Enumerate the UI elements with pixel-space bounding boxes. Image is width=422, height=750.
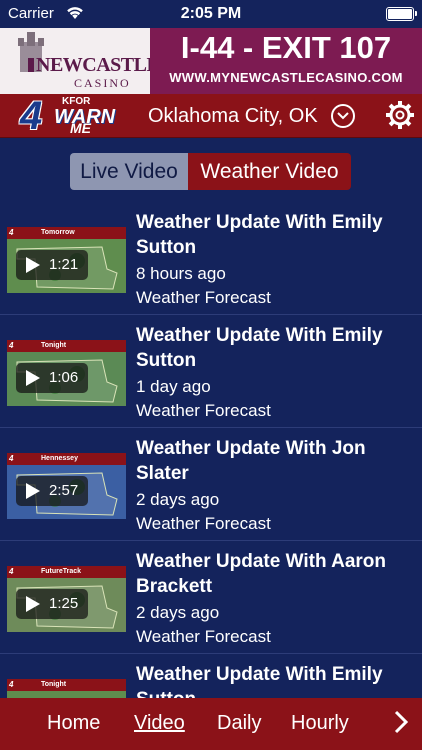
thumbnail-logo: 4 <box>9 454 14 463</box>
ad-url: WWW.MYNEWCASTLECASINO.COM <box>169 70 403 85</box>
video-row[interactable]: 4 Tonight 1:06 Weather Update With Emily… <box>0 315 422 428</box>
play-button[interactable]: 1:25 <box>16 589 88 619</box>
video-title[interactable]: Weather Update With Emily Sutton <box>136 323 416 373</box>
video-row[interactable]: 4 Hennessey 2:57 Weather Update With Jon… <box>0 428 422 541</box>
video-type-switch: Live Video Weather Video <box>70 153 351 190</box>
thumbnail-banner: 4 FutureTrack <box>7 566 126 578</box>
video-age: 2 days ago <box>136 490 220 509</box>
video-title[interactable]: Weather Update With Jon Slater <box>136 436 416 486</box>
ad-banner[interactable]: NEWCASTLE CASINO I-44 - EXIT 107 WWW.MYN… <box>0 28 422 94</box>
app-header: 4 KFOR WARN ME Oklahoma City, OK <box>0 94 422 138</box>
logo-me: ME <box>70 120 91 136</box>
tab-weather-video[interactable]: Weather Video <box>188 153 351 190</box>
video-age: 1 day ago <box>136 377 211 396</box>
video-title[interactable]: Weather Update With Emily Sutton <box>136 662 416 698</box>
thumbnail-label: Tomorrow <box>41 229 75 236</box>
video-duration: 1:21 <box>49 256 79 273</box>
thumbnail-logo: 4 <box>9 680 14 689</box>
thumbnail-logo: 4 <box>9 567 14 576</box>
video-row[interactable]: 4 Tonight Weather Update With Emily Sutt… <box>0 654 422 698</box>
thumbnail-label: Tonight <box>41 681 67 688</box>
thumbnail-banner: 4 Tonight <box>7 340 126 352</box>
video-thumbnail[interactable]: 4 Hennessey 2:57 <box>7 453 126 519</box>
video-age: 2 days ago <box>136 603 220 622</box>
video-category: Weather Forecast <box>136 514 271 533</box>
video-thumbnail[interactable]: 4 FutureTrack 1:25 <box>7 566 126 632</box>
video-category: Weather Forecast <box>136 401 271 420</box>
thumbnail-banner: 4 Tomorrow <box>7 227 126 239</box>
play-icon <box>26 596 40 612</box>
status-bar: Carrier 2:05 PM <box>0 0 422 28</box>
video-category: Weather Forecast <box>136 627 271 646</box>
bottom-nav: Home Video Daily Hourly <box>0 698 422 750</box>
nav-video[interactable]: Video <box>134 712 185 735</box>
nav-home[interactable]: Home <box>47 712 100 735</box>
video-list[interactable]: 4 Tomorrow 1:21 Weather Update With Emil… <box>0 202 422 698</box>
battery-icon <box>386 7 417 21</box>
play-icon <box>26 483 40 499</box>
location-label[interactable]: Oklahoma City, OK <box>148 105 318 128</box>
video-duration: 1:25 <box>49 595 79 612</box>
thumbnail-label: Hennessey <box>41 455 78 462</box>
ad-headline: I-44 - EXIT 107 <box>180 30 392 65</box>
play-icon <box>26 257 40 273</box>
casino-subtitle: CASINO <box>74 76 131 90</box>
thumbnail-label: FutureTrack <box>41 568 82 575</box>
station-logo[interactable]: 4 KFOR WARN ME <box>20 94 115 138</box>
nav-daily[interactable]: Daily <box>217 712 261 735</box>
play-button[interactable]: 1:06 <box>16 363 88 393</box>
play-button[interactable]: 2:57 <box>16 476 88 506</box>
chevron-right-icon[interactable] <box>394 710 409 739</box>
thumbnail-label: Tonight <box>41 342 67 349</box>
clock: 2:05 PM <box>180 5 242 22</box>
casino-logo: NEWCASTLE CASINO <box>0 28 150 94</box>
thumbnail-logo: 4 <box>9 228 14 237</box>
video-row[interactable]: 4 Tomorrow 1:21 Weather Update With Emil… <box>0 202 422 315</box>
thumbnail-banner: 4 Tonight <box>7 679 126 691</box>
chevron-down-icon[interactable] <box>331 104 355 128</box>
video-age: 8 hours ago <box>136 264 226 283</box>
nav-hourly[interactable]: Hourly <box>291 712 349 735</box>
video-duration: 2:57 <box>49 482 79 499</box>
video-title[interactable]: Weather Update With Emily Sutton <box>136 210 416 260</box>
video-thumbnail[interactable]: 4 Tonight <box>7 679 126 698</box>
video-title[interactable]: Weather Update With Aaron Brackett <box>136 549 416 599</box>
gear-icon[interactable] <box>385 100 415 135</box>
video-thumbnail[interactable]: 4 Tonight 1:06 <box>7 340 126 406</box>
weather-map-image <box>7 691 126 698</box>
casino-name: NEWCASTLE <box>36 54 150 76</box>
play-button[interactable]: 1:21 <box>16 250 88 280</box>
video-duration: 1:06 <box>49 369 79 386</box>
thumbnail-logo: 4 <box>9 341 14 350</box>
tab-live-video[interactable]: Live Video <box>70 153 188 190</box>
play-icon <box>26 370 40 386</box>
video-category: Weather Forecast <box>136 288 271 307</box>
thumbnail-banner: 4 Hennessey <box>7 453 126 465</box>
video-thumbnail[interactable]: 4 Tomorrow 1:21 <box>7 227 126 293</box>
video-row[interactable]: 4 FutureTrack 1:25 Weather Update With A… <box>0 541 422 654</box>
logo-number: 4 <box>20 94 43 138</box>
